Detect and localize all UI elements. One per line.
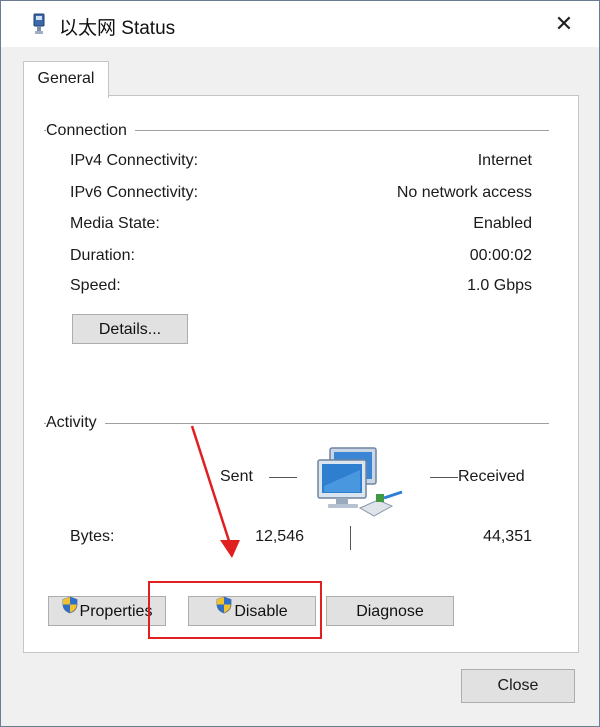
ethernet-icon	[31, 13, 47, 40]
tab-general[interactable]: General	[23, 61, 109, 98]
close-button[interactable]: Close	[461, 669, 575, 703]
general-tab-panel: Connection IPv4 Connectivity: Internet I…	[23, 95, 579, 653]
close-icon[interactable]: ✕	[549, 9, 579, 39]
title-bar: 以太网 Status ✕	[1, 1, 599, 47]
status-dialog: 以太网 Status ✕ General Connection IPv4 Con…	[0, 0, 600, 727]
annotation-arrow	[190, 425, 240, 558]
window-title: 以太网 Status	[59, 18, 176, 39]
